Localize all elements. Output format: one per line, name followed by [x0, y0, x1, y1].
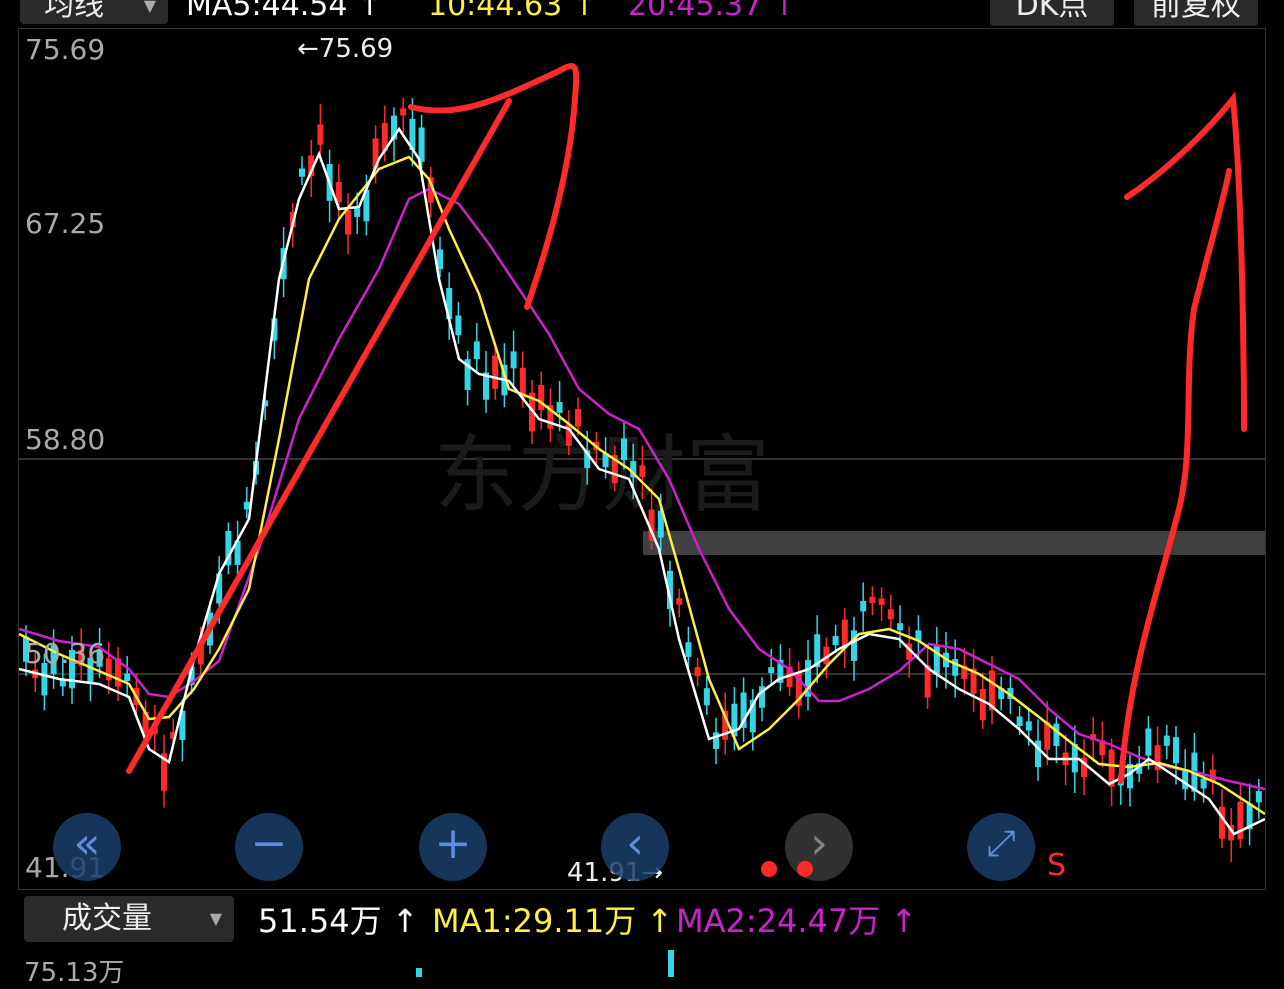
drawn-right-hook	[1124, 91, 1247, 432]
candle-body	[418, 127, 425, 162]
candle-body	[538, 384, 545, 411]
chevron-right-icon: ›	[810, 818, 828, 869]
price-axis-label: 58.80	[25, 423, 106, 456]
kline-svg: 东方财富 ←75.69 41.91→ S	[19, 34, 1265, 888]
volume-ma2: MA2:24.47万 ↑	[676, 902, 918, 940]
price-axis-label: 75.69	[25, 33, 106, 66]
candle-body	[841, 619, 848, 647]
dk-point-button[interactable]: DK点	[990, 0, 1114, 26]
chevron-down-icon: ▼	[209, 909, 222, 928]
volume-value: 51.54万 ↑	[258, 902, 419, 940]
indicator-select[interactable]: 均线 ▼	[20, 0, 168, 24]
candle-body	[1025, 721, 1032, 731]
candle-body	[1255, 791, 1262, 803]
chevron-down-icon: ▼	[143, 0, 156, 15]
chart-toolbar: 均线 ▼ MA5:44.54 ↑ 10:44.63 ↑ 20:45.37 ↑ D…	[0, 0, 1284, 28]
volume-bar	[668, 950, 674, 977]
candle-body	[897, 623, 903, 631]
zoom-out-button[interactable]: −	[235, 813, 303, 881]
fullscreen-button[interactable]: ⤢	[967, 813, 1035, 881]
minus-icon: −	[250, 818, 288, 869]
candle-body	[768, 667, 775, 674]
volume-indicator-select[interactable]: 成交量 ▼	[24, 896, 234, 942]
candle-body	[1163, 735, 1170, 746]
page-dot-indicator	[797, 861, 813, 877]
candle-body	[317, 124, 324, 145]
double-chevron-left-icon: «	[73, 818, 101, 869]
candle-body	[676, 598, 683, 605]
candle-body	[1145, 728, 1152, 756]
volume-bar	[416, 968, 422, 977]
candle-body	[1200, 778, 1207, 789]
drawn-top-curve	[408, 63, 580, 310]
candle-body	[878, 598, 885, 606]
indicator-select-label: 均线	[44, 0, 104, 23]
page-dot-indicator	[761, 861, 777, 877]
price-axis-label: 67.25	[25, 207, 106, 240]
price-adjust-button[interactable]: 前复权	[1134, 0, 1258, 26]
candle-body	[575, 408, 581, 427]
candle-body	[124, 673, 131, 682]
candle-body	[621, 438, 627, 461]
volume-ma1: MA1:29.11万 ↑	[432, 902, 674, 940]
candle-body	[556, 401, 563, 413]
candle-body	[1053, 723, 1060, 747]
candle-body	[243, 501, 250, 510]
ma5-label: MA5:44.54 ↑	[186, 0, 383, 23]
sell-marker: S	[1047, 848, 1066, 883]
volume-axis-label: 75.13万	[24, 958, 125, 988]
candle-body	[1237, 801, 1244, 840]
candle-body	[869, 596, 876, 604]
candle-body	[354, 208, 361, 217]
candle-body	[703, 688, 710, 706]
price-adjust-label: 前复权	[1151, 0, 1241, 23]
volume-select-label: 成交量	[62, 901, 152, 936]
candle-body	[299, 168, 305, 177]
candle-body	[1016, 716, 1023, 727]
candle-body	[851, 630, 857, 661]
next-button[interactable]: ›	[785, 813, 853, 881]
candle-body	[400, 108, 407, 116]
rewind-button[interactable]: «	[53, 813, 121, 881]
kline-chart[interactable]: 东方财富 ←75.69 41.91→ S 75.69 67.25 58.80 5…	[18, 28, 1266, 890]
candle-body	[1173, 737, 1179, 764]
dk-point-label: DK点	[1015, 0, 1089, 23]
previous-button[interactable]: ‹	[601, 813, 669, 881]
candle-body	[345, 209, 351, 235]
candle-body	[473, 341, 480, 360]
candle-body	[1219, 806, 1225, 839]
candle-body	[694, 667, 701, 677]
candle-body	[979, 688, 986, 721]
candle-body	[887, 609, 894, 620]
high-price-annotation: ←75.69	[297, 34, 393, 64]
candle-body	[860, 600, 867, 612]
candle-body	[639, 465, 646, 478]
candle-body	[492, 355, 499, 389]
ma10-label: 10:44.63 ↑	[428, 0, 597, 23]
candle-body	[1182, 769, 1189, 790]
zoom-in-button[interactable]: +	[419, 813, 487, 881]
candle-body	[685, 642, 692, 657]
price-axis-label: 50.36	[25, 637, 106, 670]
plus-icon: +	[434, 818, 472, 869]
candle-body	[510, 351, 517, 369]
volume-header: 成交量 ▼ 51.54万 ↑ MA1:29.11万 ↑ MA2:24.47万 ↑	[0, 896, 1284, 946]
chevron-left-icon: ‹	[626, 818, 644, 869]
drawn-right-curve	[1118, 168, 1232, 784]
ma20-label: 20:45.37 ↑	[628, 0, 797, 23]
candle-body	[832, 636, 839, 646]
candle-body	[455, 315, 462, 336]
watermark-text: 东方财富	[434, 426, 770, 524]
expand-icon: ⤢	[986, 823, 1016, 864]
